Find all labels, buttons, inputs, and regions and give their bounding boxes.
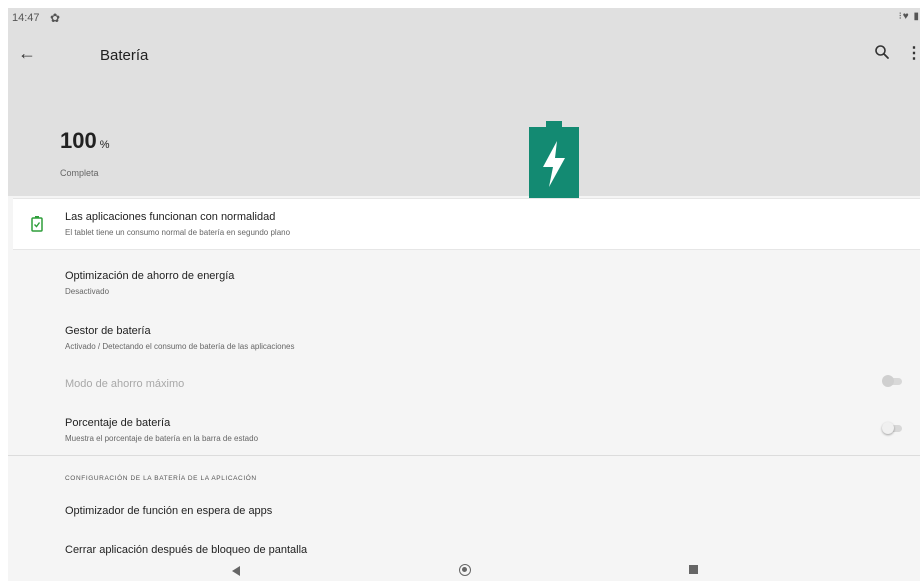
setting-subtitle: Desactivado <box>65 287 110 296</box>
status-card-title: Las aplicaciones funcionan con normalida… <box>65 211 276 223</box>
status-bar: 14:47 ✿ ⁝♥ ▮ <box>8 8 920 30</box>
status-time: 14:47 <box>12 12 40 24</box>
nav-home-icon[interactable] <box>459 564 471 576</box>
setting-title: Optimización de ahorro de energía <box>65 270 235 282</box>
setting-subtitle: Activado / Detectando el consumo de bate… <box>65 342 295 351</box>
toggle-thumb <box>882 375 894 387</box>
setting-battery-percentage[interactable]: Porcentaje de batería Muestra el porcent… <box>65 417 258 443</box>
page-title: Batería <box>100 47 149 64</box>
setting-title: Porcentaje de batería <box>65 417 171 429</box>
setting-subtitle: Muestra el porcentaje de batería en la b… <box>65 434 259 443</box>
setting-title: Modo de ahorro máximo <box>65 378 185 390</box>
battery-charging-icon <box>529 121 579 201</box>
search-icon[interactable] <box>874 44 890 60</box>
nav-recents-icon[interactable] <box>689 565 698 574</box>
gear-icon: ✿ <box>50 11 61 25</box>
status-icons: ⁝♥ ▮ <box>898 11 920 22</box>
setting-title: Cerrar aplicación después de bloqueo de … <box>65 544 308 556</box>
battery-level-value: 100 <box>60 128 97 153</box>
setting-close-app-after-lock[interactable]: Cerrar aplicación después de bloqueo de … <box>65 544 307 556</box>
status-card-subtitle: El tablet tiene un consumo normal de bat… <box>65 228 291 237</box>
nav-back-icon[interactable] <box>232 566 240 576</box>
divider <box>8 455 920 456</box>
arrow-back-icon[interactable]: ← <box>18 43 36 64</box>
section-header: CONFIGURACIÓN DE LA BATERÍA DE LA APLICA… <box>65 475 257 482</box>
battery-level: 100% <box>60 128 110 154</box>
battery-percentage-toggle[interactable] <box>882 422 904 434</box>
battery-check-icon <box>31 216 43 232</box>
setting-title: Optimizador de función en espera de apps <box>65 505 273 517</box>
setting-standby-optimizer[interactable]: Optimizador de función en espera de apps <box>65 505 272 517</box>
max-saving-toggle <box>882 375 904 387</box>
toggle-thumb <box>882 422 894 434</box>
app-bar: ← Batería ⋮ 100% Completa <box>8 30 920 201</box>
battery-level-unit: % <box>99 139 110 151</box>
battery-status: Completa <box>60 168 99 178</box>
setting-title: Gestor de batería <box>65 325 151 337</box>
setting-battery-manager[interactable]: Gestor de batería Activado / Detectando … <box>65 325 294 351</box>
navigation-bar <box>8 560 920 581</box>
setting-power-saving-optimization[interactable]: Optimización de ahorro de energía Desact… <box>65 270 234 296</box>
more-vert-icon[interactable]: ⋮ <box>906 43 920 63</box>
setting-max-saving-mode: Modo de ahorro máximo <box>65 378 184 390</box>
status-card[interactable]: Las aplicaciones funcionan con normalida… <box>13 198 920 250</box>
screen: 14:47 ✿ ⁝♥ ▮ ← Batería ⋮ 100% Completa L… <box>8 8 920 581</box>
